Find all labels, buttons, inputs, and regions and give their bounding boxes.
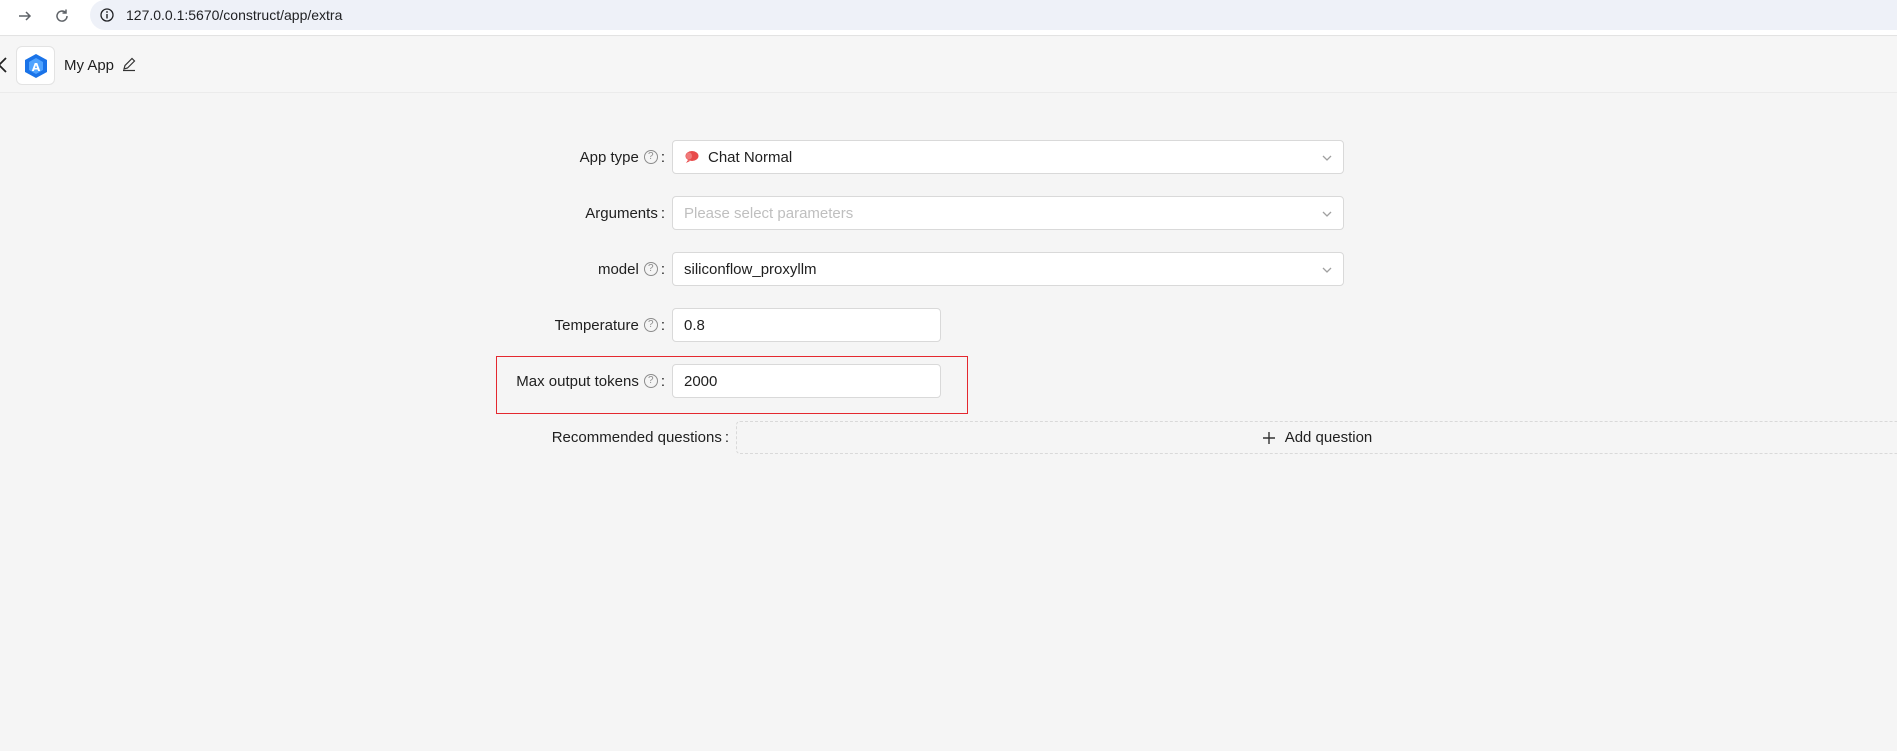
svg-text:A: A <box>31 61 40 74</box>
add-question-label: Add question <box>1284 429 1373 446</box>
plus-icon <box>1262 431 1275 444</box>
temperature-label-text: Temperature <box>554 316 639 334</box>
model-label: model ? : <box>430 252 665 286</box>
app-name: My App <box>64 57 115 74</box>
model-select[interactable]: siliconflow_proxyllm <box>672 252 1344 286</box>
label-colon: : <box>660 204 665 222</box>
chevron-down-icon <box>1322 267 1332 273</box>
add-question-button[interactable]: Add question <box>736 421 1897 454</box>
browser-toolbar: 127.0.0.1:5670/construct/app/extra <box>0 0 1897 36</box>
app-type-value: Chat Normal <box>708 148 793 166</box>
arguments-label-text: Arguments <box>585 204 658 222</box>
reload-icon <box>56 9 68 22</box>
edit-name-button[interactable] <box>121 56 137 72</box>
reload-button[interactable] <box>49 3 75 29</box>
chevron-down-icon <box>1322 155 1332 161</box>
app-logo-icon: A <box>24 53 47 78</box>
label-colon: : <box>660 316 665 334</box>
app-header: A My App <box>0 37 1897 93</box>
chevron-left-icon <box>0 57 7 73</box>
temperature-input[interactable]: 0.8 <box>672 308 941 342</box>
app-type-label-text: App type <box>579 148 639 166</box>
recommended-questions-label: Recommended questions : <box>430 420 729 454</box>
arguments-label: Arguments : <box>430 196 665 230</box>
url-text[interactable]: 127.0.0.1:5670/construct/app/extra <box>126 7 342 23</box>
model-label-text: model <box>597 260 639 278</box>
site-info-icon[interactable] <box>98 6 116 24</box>
app-type-label: App type ? : <box>430 140 665 174</box>
question-icon[interactable]: ? <box>643 150 658 164</box>
recommended-questions-label-text: Recommended questions <box>551 428 722 446</box>
temperature-label: Temperature ? : <box>430 308 665 342</box>
label-colon: : <box>724 428 729 446</box>
label-colon: : <box>660 372 665 390</box>
question-icon[interactable]: ? <box>643 318 658 332</box>
app-logo: A <box>16 46 55 85</box>
question-icon[interactable]: ? <box>643 374 658 388</box>
max-tokens-input[interactable]: 2000 <box>672 364 941 398</box>
chat-normal-icon <box>685 151 699 163</box>
max-tokens-label: Max output tokens ? : <box>430 364 665 398</box>
question-icon[interactable]: ? <box>643 262 658 276</box>
back-button[interactable] <box>0 56 10 74</box>
label-colon: : <box>660 148 665 166</box>
address-bar[interactable]: 127.0.0.1:5670/construct/app/extra <box>90 0 1897 30</box>
max-tokens-label-text: Max output tokens <box>516 372 639 390</box>
arguments-placeholder: Please select parameters <box>684 204 854 222</box>
pencil-icon <box>123 57 136 72</box>
model-value: siliconflow_proxyllm <box>684 260 817 278</box>
label-colon: : <box>660 260 665 278</box>
arrow-right-icon <box>19 11 32 21</box>
arguments-select[interactable]: Please select parameters <box>672 196 1344 230</box>
app-type-select[interactable]: Chat Normal <box>672 140 1344 174</box>
forward-button[interactable] <box>12 3 38 29</box>
chevron-down-icon <box>1322 211 1332 217</box>
